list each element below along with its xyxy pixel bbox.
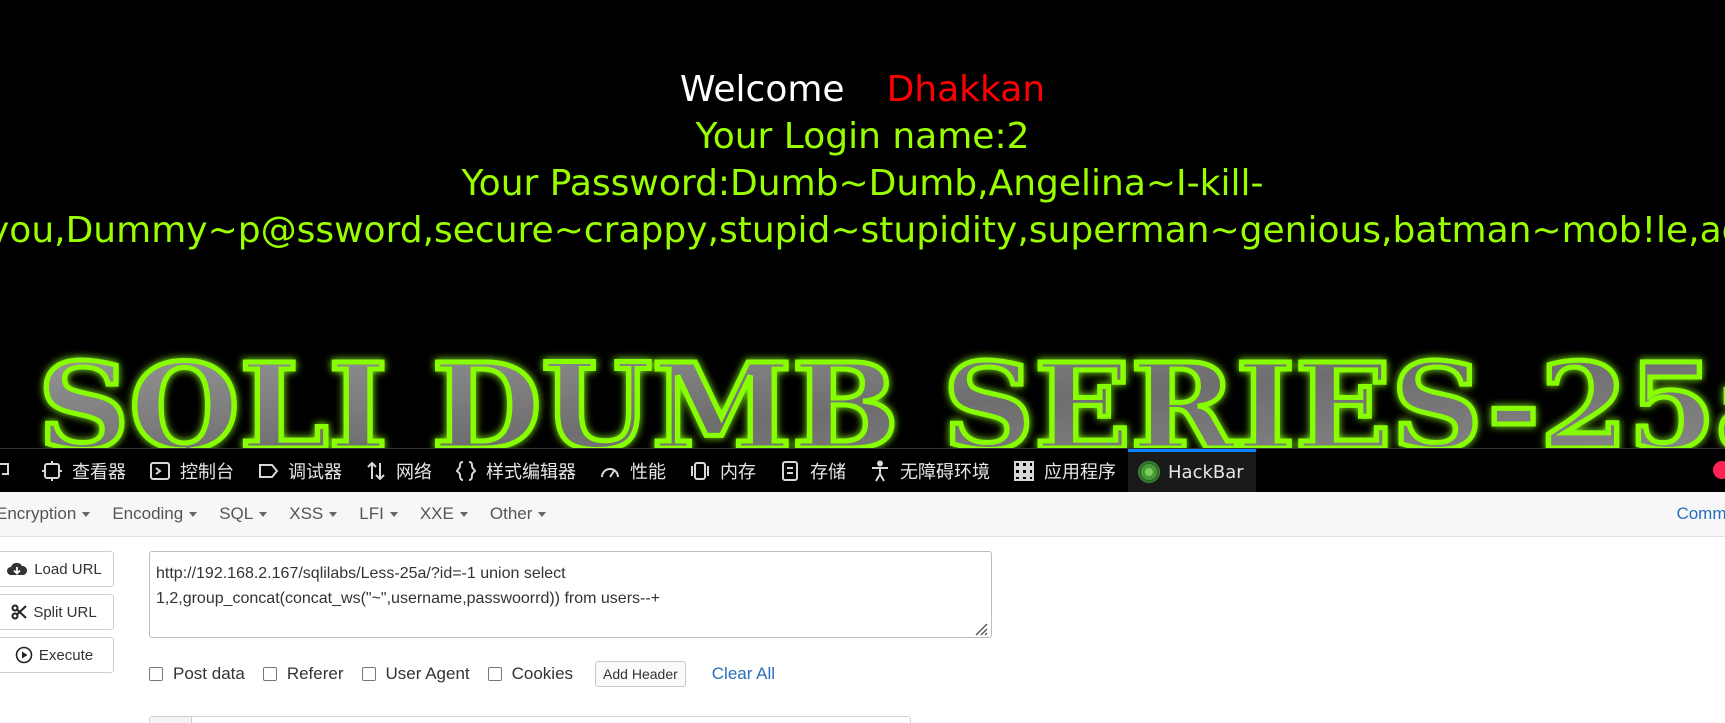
picker-icon (0, 459, 16, 483)
password-line-continued: you,Dummy~p@ssword,secure~crappy,stupid~… (0, 210, 1725, 251)
post-data-option[interactable]: Post data (149, 664, 245, 684)
secondary-input[interactable] (149, 716, 911, 723)
application-icon (1012, 459, 1036, 483)
welcome-username: Dhakkan (886, 69, 1046, 110)
add-header-button[interactable]: Add Header (595, 661, 686, 687)
tab-accessibility-label: 无障碍环境 (900, 461, 990, 483)
user-agent-option[interactable]: User Agent (361, 664, 470, 684)
welcome-line: Welcome Dhakkan (0, 67, 1725, 113)
referer-checkbox[interactable] (262, 667, 277, 681)
hackbar-icon (1138, 461, 1160, 483)
login-name-line: Your Login name:2 (695, 116, 1030, 157)
menu-xxe-label: XXE (419, 504, 454, 523)
user-agent-label: User Agent (385, 664, 470, 683)
password-line: Your Password:Dumb~Dumb,Angelina~I-kill- (461, 163, 1264, 204)
cookies-option[interactable]: Cookies (487, 664, 574, 684)
vulnerable-page: Welcome Dhakkan Your Login name:2 Your Pa… (0, 0, 1725, 448)
execute-label: Execute (38, 646, 94, 664)
url-input[interactable]: http://192.168.2.167/sqlilabs/Less-25a/?… (149, 551, 992, 638)
tab-network-label: 网络 (396, 461, 432, 483)
tab-inspector[interactable]: 查看器 (30, 449, 138, 493)
referer-label: Referer (286, 664, 344, 683)
tab-performance[interactable]: 性能 (588, 449, 678, 493)
scissors-icon (11, 604, 27, 620)
style-editor-icon (454, 459, 478, 483)
tab-accessibility[interactable]: 无障碍环境 (858, 449, 1002, 493)
network-icon (364, 459, 388, 483)
tab-application-label: 应用程序 (1044, 461, 1116, 483)
menu-sql-label: SQL (219, 504, 254, 523)
menu-xss[interactable]: XSS (289, 504, 338, 524)
cookies-checkbox[interactable] (487, 667, 502, 681)
hackbar-menu: Encryption Encoding SQL XSS LFI XXE Othe… (0, 492, 1725, 537)
welcome-text: Welcome (679, 69, 845, 110)
split-url-label: Split URL (33, 603, 97, 621)
load-url-label: Load URL (34, 560, 102, 578)
user-agent-checkbox[interactable] (361, 667, 376, 681)
tab-memory-label: 内存 (720, 461, 756, 483)
tab-hackbar[interactable]: HackBar (1128, 448, 1256, 493)
console-icon (148, 459, 172, 483)
tab-console[interactable]: 控制台 (138, 449, 246, 493)
menu-xss-label: XSS (289, 504, 324, 523)
banner-text: SQLI DUMB SERIES-25a (38, 340, 1725, 448)
accessibility-icon (868, 459, 892, 483)
tab-memory[interactable]: 内存 (678, 449, 768, 493)
error-indicator-icon[interactable] (1713, 461, 1725, 479)
menu-encoding-label: Encoding (112, 504, 184, 523)
storage-icon (778, 459, 802, 483)
load-url-button[interactable]: Load URL (0, 551, 114, 587)
tab-performance-label: 性能 (630, 461, 666, 483)
devtools-picker[interactable] (0, 449, 30, 493)
menu-xxe[interactable]: XXE (420, 504, 468, 524)
play-circle-icon (15, 646, 33, 664)
performance-icon (598, 459, 622, 483)
menu-sql[interactable]: SQL (219, 504, 268, 524)
cloud-download-icon (6, 561, 28, 577)
secondary-input-gutter (150, 717, 192, 723)
chevron-down-icon (329, 512, 338, 518)
hackbar-panel: Encryption Encoding SQL XSS LFI XXE Othe… (0, 492, 1725, 723)
tab-debugger-label: 调试器 (288, 461, 342, 483)
tab-style-editor[interactable]: 样式编辑器 (444, 449, 588, 493)
inspector-icon (40, 459, 64, 483)
memory-icon (688, 459, 712, 483)
chevron-down-icon (259, 512, 268, 518)
menu-encryption-label: Encryption (0, 504, 77, 523)
post-data-label: Post data (173, 664, 245, 683)
tab-console-label: 控制台 (180, 461, 234, 483)
execute-button[interactable]: Execute (0, 637, 114, 673)
menu-encoding[interactable]: Encoding (112, 504, 198, 524)
tab-hackbar-label: HackBar (1168, 461, 1244, 483)
options-row: Post data Referer User Agent Cookies Add… (149, 661, 775, 687)
referer-option[interactable]: Referer (262, 664, 344, 684)
chevron-down-icon (459, 512, 468, 518)
tab-storage[interactable]: 存储 (768, 449, 858, 493)
resize-handle-icon[interactable] (972, 620, 988, 636)
chevron-down-icon (538, 512, 547, 518)
chevron-down-icon (82, 512, 91, 518)
tab-application[interactable]: 应用程序 (1002, 449, 1128, 493)
menu-other[interactable]: Other (490, 504, 547, 524)
menu-lfi[interactable]: LFI (359, 504, 398, 524)
post-data-checkbox[interactable] (149, 667, 163, 681)
chevron-down-icon (189, 512, 198, 518)
tab-network[interactable]: 网络 (354, 449, 444, 493)
commit-link[interactable]: Commit (1676, 504, 1725, 524)
clear-all-link[interactable]: Clear All (712, 664, 775, 684)
tab-storage-label: 存储 (810, 461, 846, 483)
tab-debugger[interactable]: 调试器 (246, 449, 354, 493)
cookies-label: Cookies (511, 664, 574, 683)
chevron-down-icon (389, 512, 398, 518)
sqli-dumb-series-banner: SQLI DUMB SERIES-25a (36, 340, 1725, 448)
debugger-icon (256, 459, 280, 483)
tab-inspector-label: 查看器 (72, 461, 126, 483)
menu-lfi-label: LFI (359, 504, 384, 523)
devtools-toolbar: 查看器 控制台 调试器 网络 样式编辑器 性能 内存 存储 无障碍环境 应用程序… (0, 448, 1725, 493)
menu-other-label: Other (489, 504, 533, 523)
menu-encryption[interactable]: Encryption (0, 504, 91, 524)
tab-style-editor-label: 样式编辑器 (486, 461, 576, 483)
split-url-button[interactable]: Split URL (0, 594, 114, 630)
